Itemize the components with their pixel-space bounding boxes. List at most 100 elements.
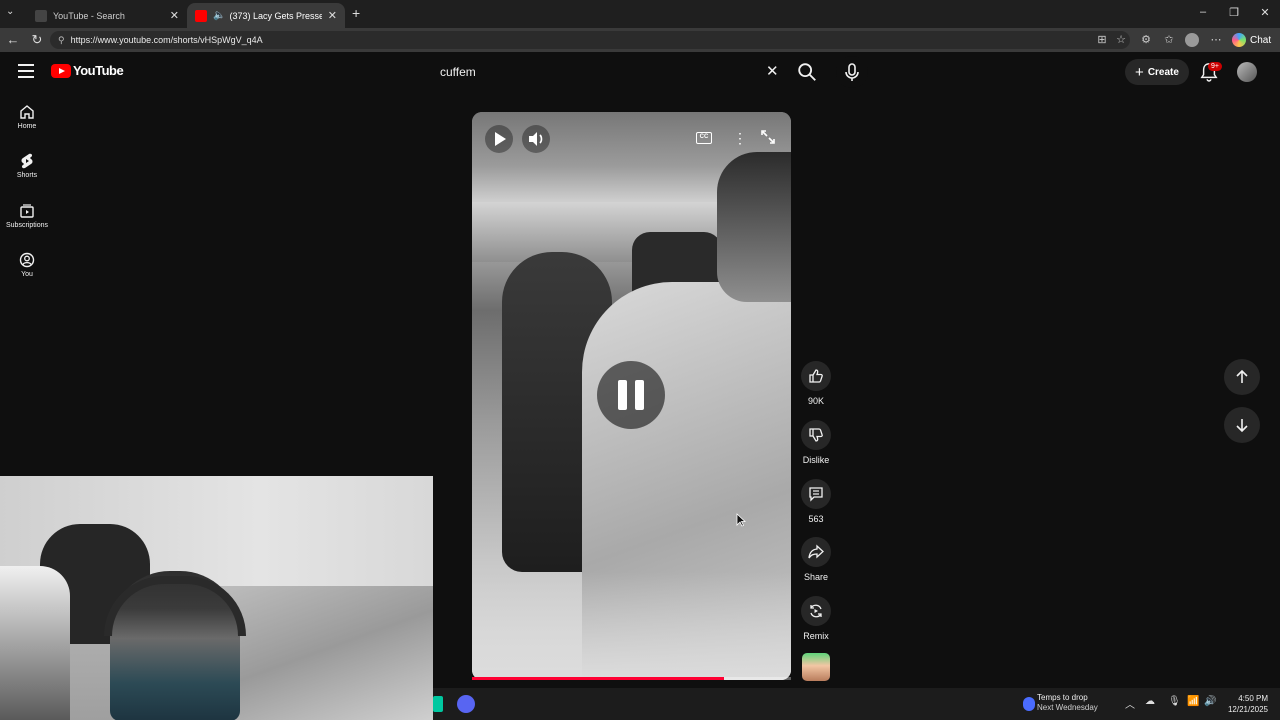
guide-item-home[interactable]: Home [2, 104, 52, 130]
minimize-button[interactable]: – [1195, 6, 1211, 18]
copilot-chat-button[interactable]: Chat [1232, 31, 1271, 49]
guide-item-shorts[interactable]: Shorts [2, 153, 52, 179]
chat-label: Chat [1250, 34, 1272, 46]
pause-icon-bar [635, 380, 644, 410]
arrow-down-icon [1236, 419, 1248, 433]
volume-button[interactable] [522, 125, 550, 153]
you-icon [19, 252, 35, 268]
youtube-logo[interactable]: YouTube [51, 63, 124, 78]
app-available-icon[interactable]: ⊞ [1095, 33, 1109, 47]
clear-search-icon[interactable]: ✕ [766, 62, 779, 80]
remix-icon [810, 604, 822, 618]
twitch-app-icon[interactable] [433, 696, 443, 712]
more-actions-icon[interactable]: ⋮ [733, 128, 747, 148]
browser-toolbar: ← ↻ ⚲ https://www.youtube.com/shorts/vHS… [0, 28, 1280, 52]
close-tab-icon[interactable]: ✕ [328, 9, 337, 22]
browser-tab-strip: ⌄ YouTube - Search ✕ 🔈 (373) Lacy Gets P… [0, 0, 1280, 28]
video-progress-fill [472, 677, 724, 680]
favorite-star-icon[interactable]: ☆ [1114, 33, 1128, 47]
search-icon[interactable] [796, 61, 818, 83]
speaker-icon[interactable]: 🔊 [1204, 696, 1216, 707]
like-button[interactable]: 90K [799, 361, 833, 406]
youtube-play-logo-icon [51, 63, 71, 78]
subscriptions-icon [20, 204, 34, 218]
dislike-button[interactable]: Dislike [799, 420, 833, 465]
captions-icon[interactable]: CC [696, 132, 712, 144]
back-button[interactable]: ← [5, 32, 21, 48]
search-input[interactable]: cuffem [427, 56, 789, 88]
discord-app-icon[interactable] [457, 695, 475, 713]
remix-button[interactable]: Remix [799, 596, 833, 641]
shorts-icon [21, 153, 33, 169]
video-frame-ground [472, 572, 791, 680]
comments-button[interactable]: 563 [799, 479, 833, 524]
thumbs-up-icon [809, 369, 823, 383]
guide-label: Subscriptions [5, 222, 49, 229]
arrow-up-icon [1236, 369, 1248, 383]
weather-widget-icon[interactable] [1023, 697, 1035, 711]
youtube-favicon-icon [195, 9, 207, 22]
maximize-button[interactable]: ❐ [1226, 6, 1242, 19]
wifi-icon[interactable]: 📶 [1187, 696, 1199, 707]
weather-title: Temps to drop [1037, 693, 1088, 702]
weather-subtitle: Next Wednesday [1037, 703, 1098, 712]
tab-title: YouTube - Search [53, 10, 125, 21]
youtube-favicon-icon [35, 9, 47, 22]
tab-actions-chevron-icon[interactable]: ⌄ [6, 6, 14, 17]
plus-icon: + [1135, 63, 1144, 81]
system-clock[interactable]: 4:50 PM 12/21/2025 [1218, 693, 1268, 715]
guide-label: You [21, 271, 33, 278]
reload-button[interactable]: ↻ [29, 32, 45, 48]
voice-search-button[interactable] [836, 56, 868, 88]
mouse-cursor-icon [736, 513, 746, 527]
profile-avatar[interactable] [1185, 33, 1199, 47]
copilot-icon [1232, 33, 1246, 47]
tab-lacy-video[interactable]: 🔈 (373) Lacy Gets Pressed By Fr ✕ [187, 3, 345, 28]
guide-item-you[interactable]: You [2, 252, 52, 278]
comment-icon [809, 487, 823, 502]
next-short-button[interactable] [1224, 407, 1260, 443]
weather-widget[interactable]: Temps to drop Next Wednesday [1037, 693, 1098, 713]
previous-short-button[interactable] [1224, 359, 1260, 395]
show-hidden-icons-icon[interactable]: ︿ [1125, 696, 1135, 711]
home-icon [20, 105, 34, 119]
onedrive-icon[interactable]: ☁ [1145, 696, 1155, 707]
fullscreen-icon[interactable] [761, 130, 775, 144]
play-icon [495, 132, 506, 146]
notification-count-badge: 9+ [1208, 62, 1222, 71]
comment-count: 563 [808, 514, 824, 524]
webcam-overlay [0, 476, 433, 720]
extensions-icon[interactable]: ⚙ [1139, 33, 1153, 47]
guide-item-subscriptions[interactable]: Subscriptions [2, 203, 52, 229]
guide-label: Home [17, 123, 37, 130]
pause-icon-bar [618, 380, 627, 410]
share-label: Share [803, 572, 829, 582]
video-frame-head-right [717, 152, 791, 302]
remix-label: Remix [803, 631, 829, 641]
tab-youtube-search[interactable]: YouTube - Search ✕ [27, 3, 187, 28]
site-info-icon[interactable]: ⚲ [58, 35, 65, 46]
pause-overlay-button[interactable] [597, 361, 665, 429]
close-tab-icon[interactable]: ✕ [170, 9, 179, 22]
address-bar[interactable]: ⚲ https://www.youtube.com/shorts/vHSpWgV… [50, 31, 1130, 49]
share-button[interactable]: Share [799, 537, 833, 582]
play-button[interactable] [485, 125, 513, 153]
create-button[interactable]: + Create [1125, 59, 1189, 85]
favorites-icon[interactable]: ✩ [1162, 33, 1176, 47]
volume-icon [529, 132, 543, 146]
url-text: https://www.youtube.com/shorts/vHSpWgV_q… [70, 35, 263, 45]
guide-label: Shorts [16, 172, 38, 179]
share-arrow-icon [808, 544, 824, 559]
new-tab-button[interactable]: + [352, 5, 360, 21]
audio-playing-icon[interactable]: 🔈 [213, 10, 225, 21]
hamburger-menu-icon[interactable] [18, 64, 34, 78]
close-window-button[interactable]: ✕ [1257, 6, 1273, 19]
more-options-icon[interactable]: ⋯ [1209, 33, 1223, 47]
dislike-label: Dislike [802, 455, 830, 465]
account-avatar[interactable] [1237, 62, 1257, 82]
youtube-header: YouTube cuffem ✕ + Create 9+ [0, 52, 1280, 92]
clock-date: 12/21/2025 [1227, 705, 1268, 714]
microphone-tray-icon[interactable]: 🎙 [1168, 696, 1181, 707]
microphone-icon [845, 63, 859, 81]
channel-avatar[interactable] [802, 653, 830, 681]
